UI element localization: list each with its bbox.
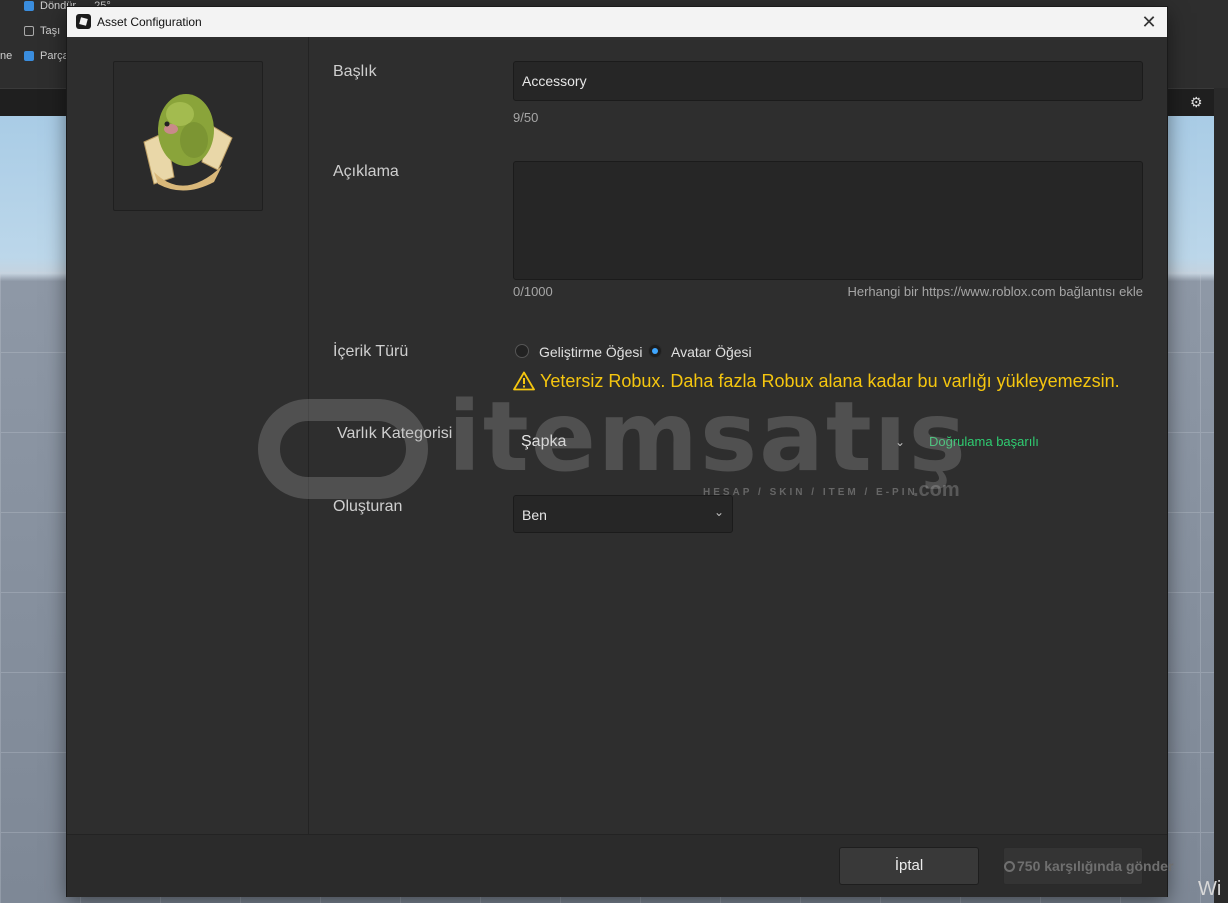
- asset-category-label: Varlık Kategorisi: [337, 425, 453, 442]
- asset-category-dropdown[interactable]: Şapka ⌄: [513, 423, 913, 463]
- move-checkbox[interactable]: [24, 26, 34, 36]
- creator-chevron-down-icon: ⌄: [713, 505, 724, 519]
- part-toggle[interactable]: Parça: [24, 50, 69, 62]
- rotate-checkbox[interactable]: [24, 1, 34, 11]
- avatar-item-label[interactable]: Avatar Öğesi: [671, 344, 752, 360]
- left-edge-label: ne: [0, 50, 13, 62]
- preview-column: [67, 37, 309, 834]
- creator-label: Oluşturan: [333, 498, 403, 515]
- move-label: Taşı: [40, 25, 61, 37]
- gear-icon[interactable]: ⚙: [1190, 94, 1203, 111]
- insufficient-robux-warning: Yetersiz Robux. Daha fazla Robux alana k…: [540, 371, 1120, 391]
- close-button[interactable]: ✕: [1137, 10, 1161, 34]
- roblox-link-hint: Herhangi bir https://www.roblox.com bağl…: [847, 284, 1143, 299]
- accessory-preview-image: [143, 94, 233, 191]
- dialog-footer: İptal 750 karşılığında gönder: [67, 834, 1173, 897]
- dialog-titlebar: Asset Configuration ✕: [67, 7, 1167, 37]
- robux-icon: [1004, 861, 1015, 872]
- title-input-value: Accessory: [522, 73, 587, 89]
- title-input[interactable]: Accessory: [513, 61, 1143, 101]
- submit-button[interactable]: 750 karşılığında gönder: [1003, 847, 1173, 885]
- development-item-label[interactable]: Geliştirme Öğesi: [539, 344, 642, 360]
- form-column: Başlık Accessory 9/50 Açıklama 0/1000 He…: [309, 37, 1167, 834]
- asset-thumbnail: [113, 61, 263, 211]
- part-checkbox[interactable]: [24, 51, 34, 61]
- validation-success-text: Doğrulama başarılı: [929, 434, 1039, 449]
- radio-development-item[interactable]: [515, 344, 529, 358]
- submit-button-label: 750 karşılığında gönder: [1017, 858, 1174, 874]
- radio-avatar-item[interactable]: [648, 344, 662, 358]
- cancel-button[interactable]: İptal: [839, 847, 979, 885]
- description-char-counter: 0/1000: [513, 284, 553, 299]
- windows-activation-text: Wi: [1198, 878, 1222, 900]
- warning-icon: [513, 371, 535, 391]
- studio-right-panel: [1214, 88, 1228, 903]
- roblox-studio-icon: [76, 14, 91, 29]
- creator-value: Ben: [522, 507, 547, 523]
- creator-dropdown[interactable]: Ben ⌄: [513, 495, 733, 533]
- title-char-counter: 9/50: [513, 110, 539, 125]
- left-edge-text: ne: [0, 50, 12, 62]
- dialog-title: Asset Configuration: [97, 15, 202, 29]
- asset-category-value: Şapka: [521, 433, 567, 450]
- move-toggle[interactable]: Taşı: [24, 25, 60, 37]
- description-textarea[interactable]: [513, 161, 1143, 280]
- content-type-label: İçerik Türü: [333, 343, 409, 360]
- part-label: Parça: [40, 50, 69, 62]
- title-label: Başlık: [333, 63, 377, 80]
- chevron-down-icon: ⌄: [894, 435, 905, 449]
- description-label: Açıklama: [333, 163, 399, 180]
- asset-configuration-dialog: Asset Configuration ✕ Başlık Accessory 9…: [67, 7, 1173, 897]
